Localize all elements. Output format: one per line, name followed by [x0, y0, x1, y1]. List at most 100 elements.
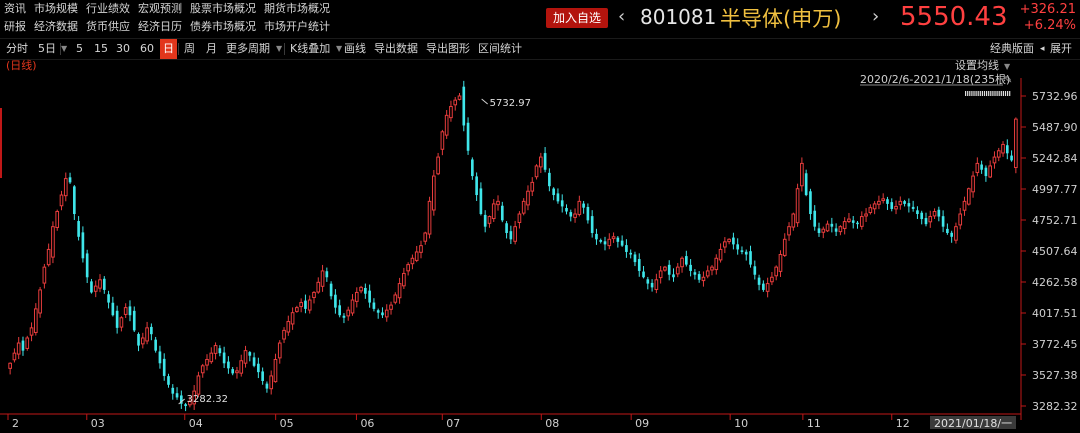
candle-body-up — [538, 156, 543, 168]
candle-body-down — [171, 387, 175, 394]
candle-body-up — [838, 226, 843, 233]
toolbar-item[interactable]: 分时 — [6, 39, 28, 59]
candle-body-up — [680, 257, 684, 268]
candle-body-up — [25, 337, 30, 349]
nav-link[interactable]: 货币供应 — [82, 18, 134, 36]
toolbar-item[interactable]: 5 — [76, 39, 83, 59]
ma-setting-button[interactable]: 设置均线 — [955, 58, 999, 72]
high-arrow-icon — [481, 98, 488, 105]
toolbar-item[interactable]: 更多周期 — [226, 39, 270, 59]
candle-body-down — [162, 358, 166, 376]
candle-body-up — [402, 272, 406, 287]
period-bar-indicator — [1002, 91, 1004, 96]
candle-body-down — [479, 188, 483, 215]
chevron-down-icon[interactable]: ▼ — [276, 39, 282, 59]
candle-body-up — [491, 203, 496, 220]
candle-body-down — [150, 326, 153, 335]
pin-icon: ✎ — [1004, 75, 1012, 86]
candle-body-up — [410, 257, 415, 265]
candlestick-chart-svg[interactable]: 5732.96 5487.90 5242.84 4997.77 4752.71 4507.… — [0, 58, 1080, 430]
candle-body-down — [809, 191, 812, 215]
candle-body-up — [286, 321, 291, 333]
nav-link[interactable]: 资讯 — [0, 0, 30, 18]
candle-body-down — [115, 310, 119, 328]
toolbar-item[interactable]: K线叠加 — [290, 39, 330, 59]
candle-body-up — [384, 309, 389, 318]
candle-body-up — [316, 281, 321, 293]
toolbar-item[interactable]: 15 — [94, 39, 108, 59]
toolbar-item[interactable]: 月 — [206, 39, 217, 59]
candle-body-down — [817, 228, 821, 233]
kline-chart[interactable]: 5732.96 5487.90 5242.84 4997.77 4752.71 4507.… — [0, 58, 1080, 430]
candle-body-up — [33, 308, 38, 334]
nav-link[interactable]: 期货市场概况 — [260, 0, 334, 18]
candle-body-down — [851, 220, 855, 223]
period-bar-indicator — [986, 91, 988, 96]
expand-icon[interactable]: ◂ — [1040, 39, 1045, 59]
toolbar-item[interactable]: 周 — [184, 39, 195, 59]
period-bar-indicator — [983, 91, 986, 96]
chevron-down-icon[interactable]: ▼ — [336, 39, 342, 59]
prev-stock-arrow-icon[interactable]: ‹ — [618, 6, 625, 27]
candle-body-down — [368, 290, 371, 303]
candle-body-up — [928, 216, 933, 223]
period-bar-indicator — [990, 91, 992, 96]
candle-body-down — [372, 302, 376, 309]
candle-body-up — [611, 236, 616, 240]
toolbar-item[interactable]: 60 — [140, 39, 154, 59]
candle-body-up — [675, 266, 680, 275]
toolbar-item[interactable]: 区间统计 — [478, 39, 522, 59]
candle-body-down — [804, 173, 808, 196]
period-bar-indicator — [1004, 91, 1007, 96]
nav-link[interactable]: 行业绩效 — [82, 0, 134, 18]
candle-body-down — [916, 210, 919, 215]
candle-body-down — [667, 264, 671, 275]
expand-button[interactable]: 展开 — [1050, 39, 1072, 59]
period-bar-indicator — [973, 91, 975, 96]
classic-layout-button[interactable]: 经典版面 — [990, 39, 1034, 59]
candle-body-up — [872, 203, 877, 210]
toolbar-item[interactable]: 导出数据 — [374, 39, 418, 59]
candle-body-down — [376, 310, 380, 313]
candle-body-up — [658, 270, 663, 279]
candle-body-down — [85, 253, 89, 278]
toolbar-item[interactable]: 画线 — [344, 39, 366, 59]
candle-body-up — [932, 210, 937, 217]
candle-body-up — [243, 350, 248, 364]
nav-link[interactable]: 经济日历 — [134, 18, 186, 36]
nav-link[interactable]: 市场规模 — [30, 0, 82, 18]
candle-body-up — [962, 200, 967, 211]
candle-body-down — [471, 159, 474, 177]
toolbar-item[interactable]: 日 — [160, 39, 177, 59]
candle-body-down — [890, 202, 894, 209]
candle-body-down — [334, 294, 337, 308]
nav-link[interactable]: 市场开户统计 — [260, 18, 334, 36]
toolbar-item[interactable]: 30 — [116, 39, 130, 59]
y-tick-label: 4507.64 — [1032, 245, 1078, 258]
nav-link[interactable]: 研报 — [0, 18, 30, 36]
candle-body-down — [736, 244, 740, 250]
toolbar-item[interactable]: 导出图形 — [426, 39, 470, 59]
toolbar-item[interactable]: 5日 — [38, 39, 56, 59]
nav-link[interactable]: 经济数据 — [30, 18, 82, 36]
candle-body-down — [175, 393, 179, 398]
nav-link[interactable]: 股票市场概况 — [186, 0, 260, 18]
candle-body-up — [723, 241, 727, 248]
cursor-date-label: 2021/01/18/一 — [934, 417, 1012, 429]
candle-body-up — [42, 266, 47, 284]
candle-body-down — [586, 206, 590, 221]
x-tick-label: 06 — [360, 417, 374, 429]
candle-body-down — [73, 186, 76, 215]
add-to-watchlist-button[interactable]: 加入自选 — [546, 8, 608, 28]
candle-body-down — [637, 259, 641, 271]
daily-period-label: (日线) — [6, 58, 37, 72]
y-tick-label: 4752.71 — [1032, 214, 1078, 227]
candle-body-down — [257, 363, 260, 373]
candle-body-down — [329, 283, 333, 297]
chevron-down-icon[interactable]: ▼ — [61, 39, 67, 59]
nav-link[interactable]: 债券市场概况 — [186, 18, 260, 36]
nav-link[interactable]: 宏观预测 — [134, 0, 186, 18]
chevron-down-icon: ▼ — [1004, 62, 1011, 71]
next-stock-arrow-icon[interactable]: › — [872, 6, 879, 27]
candle-body-down — [381, 312, 384, 316]
